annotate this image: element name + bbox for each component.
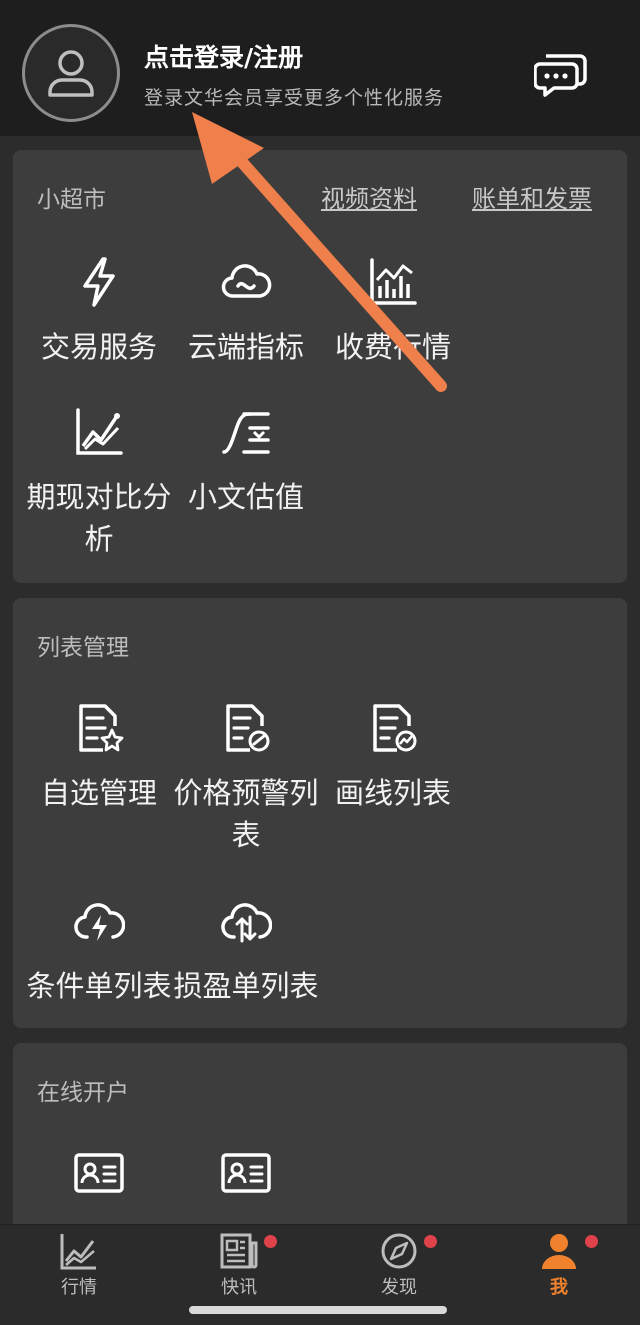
bar-chart-icon [370,258,417,305]
tab-label: 发现 [381,1277,417,1298]
tile-conditional-order-list[interactable]: 条件单列表 [24,895,174,1007]
cloud-exchange-icon [221,903,272,943]
compass-icon [381,1233,417,1269]
notification-badge [585,1235,598,1248]
tab-label: 行情 [61,1277,97,1298]
tile-watchlist-management[interactable]: 自选管理 [24,702,174,814]
tile-stop-profit-loss-list[interactable]: 损盈单列表 [171,895,321,1007]
document-star-icon [79,704,124,752]
online-account-card: 在线开户 [13,1043,627,1243]
tab-market[interactable]: 行情 [19,1231,139,1299]
avatar[interactable] [22,24,120,122]
tab-label: 我 [550,1277,568,1298]
login-title[interactable]: 点击登录/注册 [144,38,303,74]
tab-me[interactable]: 我 [499,1231,619,1299]
chat-icon [533,54,587,97]
bills-invoices-link[interactable]: 账单和发票 [472,179,592,214]
tile-label: 画线列表 [334,776,451,810]
id-card-icon [221,1153,271,1193]
market-chart-icon [60,1234,96,1270]
tile-label: 期现对比分析 [26,480,172,556]
cloud-lightning-icon [74,903,125,941]
tile-label: 云端指标 [187,330,304,364]
notification-badge [264,1235,277,1248]
tile-price-alert-list[interactable]: 价格预警列表 [171,702,321,856]
tile-drawing-list[interactable]: 画线列表 [318,702,468,814]
id-card-icon [74,1153,124,1193]
document-alert-icon [226,704,270,752]
tile-label: 损盈单列表 [173,969,319,1003]
tile-label: 收费行情 [334,330,451,364]
profile-header: 点击登录/注册 登录文华会员享受更多个性化服务 [0,0,640,136]
tile-label: 价格预警列表 [173,776,319,852]
video-materials-link[interactable]: 视频资料 [321,179,417,214]
message-button[interactable] [533,50,588,98]
tile-cloud-indicator[interactable]: 云端指标 [171,256,321,368]
lightning-icon [83,257,115,307]
tile-paid-quotes[interactable]: 收费行情 [318,256,468,368]
section-title: 小超市 [37,187,106,213]
document-chart-icon [373,704,417,752]
tab-label: 快讯 [221,1277,257,1298]
tab-discover[interactable]: 发现 [339,1231,459,1299]
user-icon [48,50,94,97]
tile-account-opening-2[interactable] [171,1147,321,1199]
line-chart-icon [76,408,123,455]
section-title: 列表管理 [37,635,129,661]
tile-account-opening-1[interactable] [24,1147,174,1199]
notification-badge [424,1235,437,1248]
tile-label: 小文估值 [187,480,304,514]
cloud-icon [221,264,272,298]
tile-trade-service[interactable]: 交易服务 [24,256,174,368]
tile-valuation[interactable]: 小文估值 [171,406,321,518]
tile-futures-spot-analysis[interactable]: 期现对比分析 [24,406,174,560]
tab-flash-news[interactable]: 快讯 [179,1231,299,1299]
valuation-icon [222,412,270,454]
tile-label: 交易服务 [40,330,157,364]
mini-market-card: 小超市 视频资料 账单和发票 交易服务 云端指标 收费行情 期现对比分析 小文估… [13,150,627,583]
list-management-card: 列表管理 自选管理 价格预警列表 画线列表 条件单列表 损盈单列表 [13,598,627,1028]
login-subtitle: 登录文华会员享受更多个性化服务 [144,87,445,109]
newspaper-icon [220,1233,258,1269]
tile-label: 条件单列表 [26,969,172,1003]
person-icon [542,1234,576,1269]
home-indicator[interactable] [189,1306,447,1314]
tile-label: 自选管理 [40,776,157,810]
section-title: 在线开户 [37,1080,129,1106]
